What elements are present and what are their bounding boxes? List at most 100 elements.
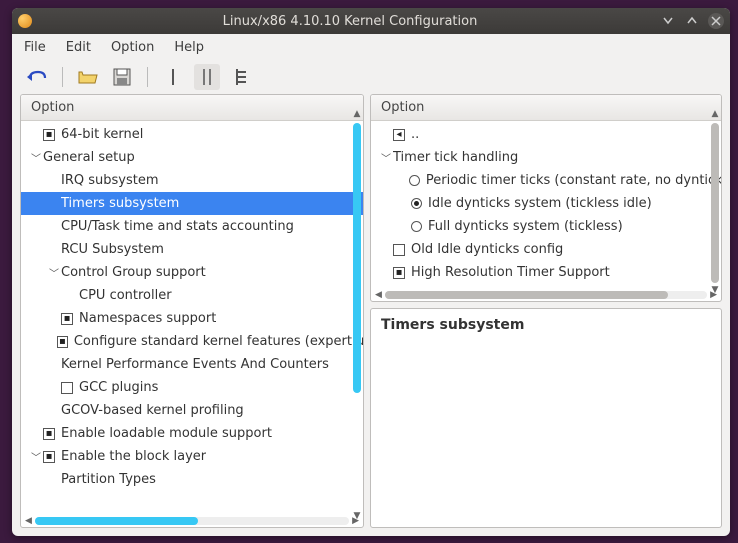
- toolbar-separator: [62, 67, 63, 87]
- scroll-up-icon[interactable]: ▲: [711, 109, 719, 121]
- checkbox-empty-icon[interactable]: [393, 244, 405, 256]
- tree-row[interactable]: Kernel Performance Events And Counters: [21, 353, 363, 376]
- scroll-left-icon[interactable]: ◀: [375, 290, 382, 300]
- menu-help[interactable]: Help: [174, 40, 204, 55]
- checkbox-checked-icon[interactable]: ▪: [43, 129, 55, 141]
- tree-row[interactable]: Old Idle dynticks config: [371, 238, 721, 261]
- tree-row[interactable]: Partition Types: [21, 468, 363, 491]
- tree-row[interactable]: Timers subsystem: [21, 192, 363, 215]
- tree-item-label: Full dynticks system (tickless): [428, 219, 623, 234]
- save-button[interactable]: [109, 64, 135, 90]
- tree-row[interactable]: ▪Configure standard kernel features (exp…: [21, 330, 363, 353]
- tree-item-label: Timers subsystem: [61, 196, 179, 211]
- right-vertical-scrollbar[interactable]: ▲ ▼: [711, 123, 719, 283]
- tree-item-label: CPU controller: [79, 288, 172, 303]
- maximize-button[interactable]: [684, 13, 700, 29]
- radio-selected-icon[interactable]: [411, 198, 422, 209]
- checkbox-checked-icon[interactable]: ▪: [57, 336, 68, 348]
- window-controls: [660, 13, 724, 29]
- left-pane: Option ▪64-bit kernel﹀General setupIRQ s…: [20, 94, 364, 528]
- tree-row[interactable]: ◂..: [371, 123, 721, 146]
- detail-panel: Timers subsystem: [370, 308, 722, 528]
- scroll-right-icon[interactable]: ▶: [352, 516, 359, 526]
- checkbox-checked-icon[interactable]: ▪: [61, 313, 73, 325]
- menubar: File Edit Option Help: [12, 34, 730, 60]
- split-view-button[interactable]: [194, 64, 220, 90]
- tree-row[interactable]: ﹀Timer tick handling: [371, 146, 721, 169]
- window-title: Linux/x86 4.10.10 Kernel Configuration: [40, 14, 660, 29]
- tree-item-label: Partition Types: [61, 472, 156, 487]
- tree-item-label: GCOV-based kernel profiling: [61, 403, 244, 418]
- toolbar: [12, 60, 730, 94]
- scroll-thumb[interactable]: [711, 123, 719, 283]
- menu-option[interactable]: Option: [111, 40, 154, 55]
- tree-row[interactable]: RCU Subsystem: [21, 238, 363, 261]
- minimize-button[interactable]: [660, 13, 676, 29]
- tree-item-label: Kernel Performance Events And Counters: [61, 357, 329, 372]
- tree-row[interactable]: ▪ 64-bit kernel: [21, 123, 363, 146]
- tree-row[interactable]: ▪ Namespaces support: [21, 307, 363, 330]
- single-view-button[interactable]: [160, 64, 186, 90]
- tree-item-label: Timer tick handling: [393, 150, 518, 165]
- checkbox-empty-icon[interactable]: [61, 382, 73, 394]
- open-button[interactable]: [75, 64, 101, 90]
- tree-item-label: 64-bit kernel: [61, 127, 143, 142]
- radio-unselected-icon[interactable]: [411, 221, 422, 232]
- tree-row[interactable]: GCC plugins: [21, 376, 363, 399]
- collapse-icon[interactable]: ﹀: [47, 265, 61, 280]
- close-button[interactable]: [708, 13, 724, 29]
- right-column-header[interactable]: Option: [371, 95, 721, 121]
- right-horizontal-scrollbar[interactable]: ◀ ▶: [371, 289, 721, 301]
- scroll-thumb[interactable]: [35, 517, 198, 525]
- scroll-thumb[interactable]: [385, 291, 668, 299]
- collapse-icon[interactable]: ﹀: [379, 150, 393, 165]
- left-vertical-scrollbar[interactable]: ▲ ▼: [353, 123, 361, 509]
- right-tree[interactable]: ◂..﹀Timer tick handlingPeriodic timer ti…: [371, 121, 721, 289]
- tree-item-label: General setup: [43, 150, 135, 165]
- scroll-right-icon[interactable]: ▶: [710, 290, 717, 300]
- tree-item-label: Periodic timer ticks (constant rate, no …: [426, 173, 721, 188]
- left-tree[interactable]: ▪64-bit kernel﹀General setupIRQ subsyste…: [21, 121, 363, 515]
- menu-edit[interactable]: Edit: [66, 40, 91, 55]
- tree-row[interactable]: ﹀Control Group support: [21, 261, 363, 284]
- checkbox-checked-icon[interactable]: ▪: [43, 428, 55, 440]
- titlebar[interactable]: Linux/x86 4.10.10 Kernel Configuration: [12, 8, 730, 34]
- collapse-icon[interactable]: ﹀: [29, 449, 43, 464]
- scroll-left-icon[interactable]: ◀: [25, 516, 32, 526]
- tree-item-label: ..: [411, 127, 419, 142]
- radio-unselected-icon[interactable]: [409, 175, 420, 186]
- tree-row[interactable]: ▪Enable loadable module support: [21, 422, 363, 445]
- tree-item-label: IRQ subsystem: [61, 173, 159, 188]
- tree-item-label: Namespaces support: [79, 311, 216, 326]
- app-icon: [18, 14, 32, 28]
- left-horizontal-scrollbar[interactable]: ◀ ▶: [21, 515, 363, 527]
- tree-item-label: Idle dynticks system (tickless idle): [428, 196, 652, 211]
- checkbox-checked-icon[interactable]: ▪: [393, 267, 405, 279]
- left-tree-panel: Option ▪64-bit kernel﹀General setupIRQ s…: [20, 94, 364, 528]
- scroll-up-icon[interactable]: ▲: [353, 109, 361, 121]
- tree-row[interactable]: ▪High Resolution Timer Support: [371, 261, 721, 284]
- menu-file[interactable]: File: [24, 40, 46, 55]
- tree-row[interactable]: Periodic timer ticks (constant rate, no …: [371, 169, 721, 192]
- tree-item-label: Control Group support: [61, 265, 206, 280]
- tree-row[interactable]: ﹀General setup: [21, 146, 363, 169]
- content-area: Option ▪64-bit kernel﹀General setupIRQ s…: [12, 94, 730, 536]
- tree-item-label: Old Idle dynticks config: [411, 242, 563, 257]
- checkbox-checked-icon[interactable]: ▪: [43, 451, 55, 463]
- tree-item-label: GCC plugins: [79, 380, 158, 395]
- tree-item-label: Enable the block layer: [61, 449, 206, 464]
- tree-item-label: RCU Subsystem: [61, 242, 164, 257]
- tree-row[interactable]: CPU/Task time and stats accounting: [21, 215, 363, 238]
- scroll-thumb[interactable]: [353, 123, 361, 393]
- tree-row[interactable]: ﹀▪ Enable the block layer: [21, 445, 363, 468]
- collapse-icon[interactable]: ﹀: [29, 150, 43, 165]
- back-icon[interactable]: ◂: [393, 129, 405, 141]
- tree-row[interactable]: Idle dynticks system (tickless idle): [371, 192, 721, 215]
- tree-row[interactable]: CPU controller: [21, 284, 363, 307]
- tree-row[interactable]: IRQ subsystem: [21, 169, 363, 192]
- full-view-button[interactable]: [228, 64, 254, 90]
- tree-row[interactable]: Full dynticks system (tickless): [371, 215, 721, 238]
- left-column-header[interactable]: Option: [21, 95, 363, 121]
- tree-row[interactable]: GCOV-based kernel profiling: [21, 399, 363, 422]
- back-button[interactable]: [24, 64, 50, 90]
